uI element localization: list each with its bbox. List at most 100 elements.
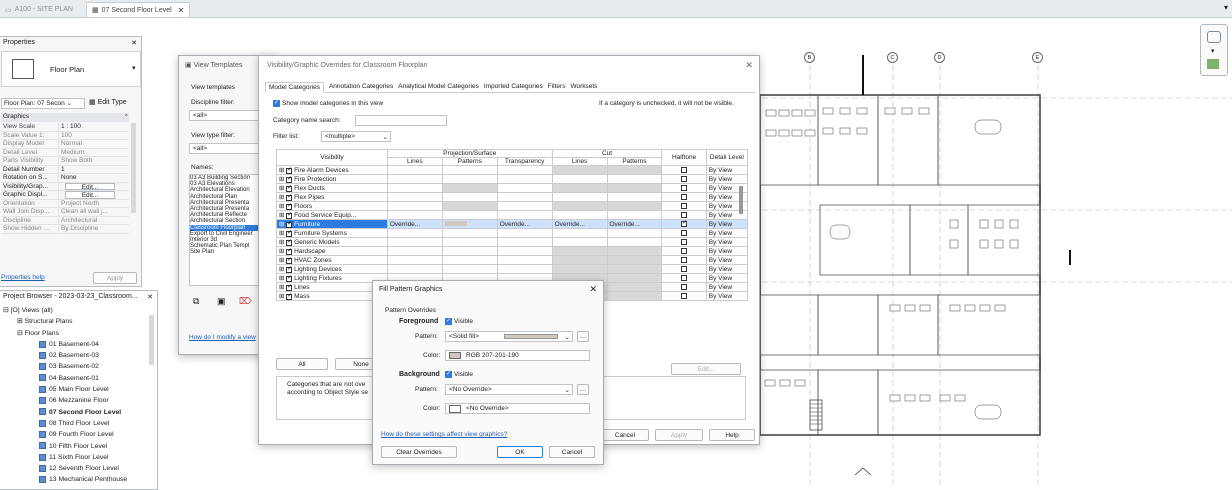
apply-button[interactable]: Apply [93, 272, 137, 284]
projection-lines-cell[interactable]: Override... [386, 219, 443, 230]
category-row[interactable]: ⊞ Flex PipesBy View [276, 192, 748, 203]
tree-views-all[interactable]: ⊟ [O] Views (all) [3, 305, 151, 316]
visibility-checkbox[interactable] [286, 284, 292, 291]
halftone-cell[interactable] [661, 264, 707, 275]
category-search-input[interactable] [355, 115, 447, 126]
foreground-pattern-select[interactable]: <Solid fill> ⌄ [445, 331, 573, 342]
foreground-color-button[interactable]: RGB 207-201-190 [445, 350, 590, 361]
category-row[interactable]: ⊞ Generic Models By View [276, 237, 748, 248]
halftone-checkbox[interactable] [681, 230, 688, 237]
halftone-cell[interactable] [661, 228, 707, 239]
cut-patterns-cell[interactable] [606, 237, 663, 248]
pattern-browse-button[interactable]: … [577, 384, 589, 395]
projection-patterns-cell[interactable] [441, 228, 498, 239]
cut-lines-cell[interactable] [551, 246, 608, 257]
cancel-button[interactable]: Cancel [549, 446, 595, 458]
cut-patterns-cell[interactable] [606, 264, 663, 275]
halftone-cell[interactable] [661, 210, 707, 221]
chevron-down-icon[interactable]: ▾ [1211, 47, 1215, 55]
foreground-visible-checkbox[interactable]: ✓ Visible [445, 318, 473, 325]
transparency-cell[interactable] [496, 165, 553, 176]
help-button[interactable]: Help [709, 429, 755, 441]
property-row[interactable]: Orientation Project North [1, 199, 129, 208]
tab-annotation-categories[interactable]: Annotation Categories [329, 82, 393, 93]
expand-icon[interactable]: ⊞ [279, 176, 284, 183]
visibility-checkbox[interactable] [286, 185, 292, 192]
expand-icon[interactable]: ⊞ [279, 293, 284, 300]
halftone-checkbox[interactable] [681, 185, 688, 192]
halftone-checkbox[interactable] [681, 239, 688, 246]
projection-patterns-cell[interactable] [441, 165, 498, 176]
tree-item[interactable]: 06 Mezzanine Floor [3, 395, 151, 406]
expand-icon[interactable]: ⊞ [279, 275, 284, 282]
projection-lines-cell[interactable] [386, 201, 443, 212]
property-row[interactable]: Scale Value 1: 100 [1, 131, 129, 140]
visibility-checkbox[interactable] [286, 203, 292, 210]
property-row[interactable]: Parts Visibility Show Both [1, 157, 129, 166]
tree-item[interactable]: 08 Third Floor Level [3, 418, 151, 429]
cut-lines-cell[interactable] [551, 255, 608, 266]
halftone-checkbox[interactable] [681, 203, 688, 210]
halftone-cell[interactable] [661, 219, 707, 230]
cut-patterns-cell[interactable] [606, 201, 663, 212]
tab-imported-categories[interactable]: Imported Categories [484, 82, 543, 93]
tree-floor-plans[interactable]: ⊟ Floor Plans [3, 328, 151, 339]
projection-patterns-cell[interactable] [441, 192, 498, 203]
show-categories-checkbox[interactable]: ✓ Show model categories in this view [273, 100, 383, 107]
halftone-cell[interactable] [661, 174, 707, 185]
projection-patterns-cell[interactable] [441, 183, 498, 194]
apply-button[interactable]: Apply [655, 429, 703, 441]
cut-patterns-cell[interactable] [606, 192, 663, 203]
halftone-checkbox[interactable] [681, 221, 687, 228]
projection-patterns-cell[interactable] [441, 255, 498, 266]
projection-lines-cell[interactable] [386, 192, 443, 203]
scrollbar[interactable] [739, 186, 743, 214]
halftone-cell[interactable] [661, 291, 707, 302]
cut-lines-cell[interactable]: Override... [551, 219, 608, 230]
cut-lines-cell[interactable] [551, 192, 608, 203]
transparency-cell[interactable] [496, 228, 553, 239]
view-type-filter-select[interactable]: <all> [189, 143, 269, 154]
category-row[interactable]: ⊞ HVAC Zones By View [276, 255, 748, 266]
expand-icon[interactable]: ⊞ [279, 194, 284, 201]
detail-level-cell[interactable]: By View [705, 282, 748, 293]
close-icon[interactable]: ✕ [147, 293, 153, 301]
halftone-checkbox[interactable] [681, 248, 688, 255]
expand-icon[interactable]: ⊞ [279, 239, 284, 246]
visibility-checkbox[interactable] [286, 257, 292, 264]
halftone-cell[interactable] [661, 201, 707, 212]
projection-lines-cell[interactable] [386, 210, 443, 221]
drawing-canvas[interactable]: B C D E [690, 20, 1232, 487]
cut-lines-cell[interactable] [551, 237, 608, 248]
expand-icon[interactable]: ⊞ [279, 212, 284, 219]
detail-level-cell[interactable]: By View [705, 246, 748, 257]
transparency-cell[interactable] [496, 237, 553, 248]
halftone-cell[interactable] [661, 246, 707, 257]
help-link[interactable]: How do I modify a view [189, 334, 256, 341]
property-row[interactable]: Visibility/Grap... Edit... [1, 182, 129, 191]
delete-icon[interactable]: ⌦ [239, 296, 252, 307]
tree-item[interactable]: 09 Fourth Floor Level [3, 429, 151, 440]
property-row[interactable]: Show Hidden ... By Discipline [1, 225, 129, 234]
graphics-section-header[interactable]: Graphics ⌃ [1, 113, 129, 122]
cut-patterns-cell[interactable] [606, 210, 663, 221]
tab-second-floor[interactable]: ▦ 07 Second Floor Level ✕ [86, 2, 191, 17]
tree-item[interactable]: 03 Basement-02 [3, 361, 151, 372]
halftone-cell[interactable] [661, 255, 707, 266]
visibility-checkbox[interactable] [286, 194, 292, 201]
halftone-checkbox[interactable] [681, 176, 688, 183]
background-color-button[interactable]: <No Override> [445, 403, 590, 414]
cut-lines-cell[interactable] [551, 210, 608, 221]
scrollbar[interactable] [131, 123, 136, 213]
cut-lines-cell[interactable] [551, 264, 608, 275]
transparency-cell[interactable] [496, 210, 553, 221]
type-selector[interactable]: Floor Plan ▾ [1, 51, 141, 87]
transparency-cell[interactable] [496, 264, 553, 275]
detail-level-cell[interactable]: By View [705, 228, 748, 239]
detail-level-cell[interactable]: By View [705, 273, 748, 284]
tree-item[interactable]: 13 Mechanical Penthouse [3, 474, 151, 485]
expand-icon[interactable]: ⊞ [279, 203, 284, 210]
background-pattern-select[interactable]: <No Override> ⌄ [445, 384, 573, 395]
detail-level-cell[interactable]: By View [705, 174, 748, 185]
transparency-cell[interactable] [496, 192, 553, 203]
